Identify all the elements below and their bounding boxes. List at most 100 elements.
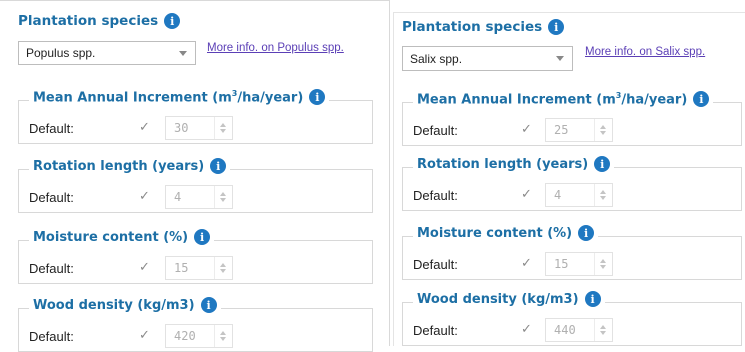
chevron-up-icon: [220, 123, 226, 127]
chevron-up-icon: [220, 331, 226, 335]
chevron-down-icon: [600, 331, 606, 335]
info-icon[interactable]: i: [548, 19, 565, 35]
more-info-link[interactable]: More info. on Salix spp.: [585, 46, 705, 58]
stepper-arrows[interactable]: [594, 319, 612, 341]
param-title-text: Wood density (kg/m3): [417, 291, 579, 307]
chevron-up-icon: [600, 325, 606, 329]
species-heading: Plantation species i: [18, 13, 181, 29]
chevron-down-icon: [220, 337, 226, 341]
param-title-text: Rotation length (years): [417, 156, 589, 172]
chevron-down-icon: [600, 196, 606, 200]
param-rotation-length: Rotation length (years) i Default: ✓ 4: [18, 158, 373, 213]
info-icon[interactable]: i: [578, 225, 595, 241]
param-moisture-content: Moisture content (%) i Default: ✓ 15: [402, 225, 742, 280]
param-wood-density: Wood density (kg/m3) i Default: ✓ 420: [18, 297, 373, 352]
stepper-arrows[interactable]: [594, 119, 612, 141]
default-label: Default:: [29, 329, 74, 344]
stepper-arrows[interactable]: [594, 184, 612, 206]
species-select-value: Populus spp.: [26, 46, 96, 60]
info-icon[interactable]: i: [200, 297, 217, 313]
param-mean-annual-increment: Mean Annual Increment (m3/ha/year) i Def…: [18, 89, 373, 144]
param-title: Rotation length (years) i: [29, 158, 231, 174]
param-mean-annual-increment: Mean Annual Increment (m3/ha/year) i Def…: [402, 91, 742, 146]
info-icon[interactable]: i: [584, 291, 601, 307]
param-title-text: Moisture content (%): [33, 229, 189, 245]
info-icon[interactable]: i: [194, 229, 211, 245]
default-checkbox[interactable]: ✓: [139, 329, 152, 342]
value-field: 440: [554, 323, 576, 337]
param-title-pre: Mean Annual Increment (m: [417, 92, 616, 108]
stepper-arrows[interactable]: [594, 253, 612, 275]
stepper-arrows[interactable]: [214, 257, 232, 279]
chevron-down-icon: [556, 56, 564, 61]
chevron-down-icon: [179, 51, 187, 56]
default-label: Default:: [413, 188, 458, 203]
species-select-value: Salix spp.: [410, 51, 463, 66]
chevron-up-icon: [600, 125, 606, 129]
param-rotation-length: Rotation length (years) i Default: ✓ 4: [402, 156, 742, 211]
value-field: 4: [174, 190, 182, 204]
value-stepper[interactable]: 4: [545, 183, 613, 207]
value-field: 30: [174, 121, 189, 135]
species-select[interactable]: Populus spp.: [18, 41, 196, 65]
default-label: Default:: [29, 121, 74, 136]
species-heading: Plantation species i: [402, 19, 565, 35]
param-moisture-content: Moisture content (%) i Default: ✓ 15: [18, 229, 373, 284]
param-title-text: Rotation length (years): [33, 158, 205, 174]
param-title-text: Wood density (kg/m3): [33, 297, 195, 313]
more-info-link[interactable]: More info. on Populus spp.: [207, 42, 344, 54]
default-checkbox[interactable]: ✓: [521, 188, 534, 201]
default-checkbox[interactable]: ✓: [139, 121, 152, 134]
param-title: Moisture content (%) i: [413, 225, 599, 241]
value-stepper[interactable]: 25: [545, 118, 613, 142]
species-label: Plantation species: [402, 19, 543, 35]
value-stepper[interactable]: 440: [545, 318, 613, 342]
param-title-post: /ha/year): [237, 90, 304, 106]
species-select[interactable]: Salix spp.: [402, 46, 573, 71]
stepper-arrows[interactable]: [214, 117, 232, 139]
default-checkbox[interactable]: ✓: [139, 190, 152, 203]
value-field: 4: [554, 188, 562, 202]
default-checkbox[interactable]: ✓: [521, 123, 534, 136]
default-checkbox[interactable]: ✓: [521, 257, 534, 270]
value-field: 25: [554, 123, 569, 137]
chevron-down-icon: [220, 198, 226, 202]
chevron-down-icon: [220, 269, 226, 273]
chevron-down-icon: [600, 265, 606, 269]
default-label: Default:: [413, 257, 458, 272]
param-wood-density: Wood density (kg/m3) i Default: ✓ 440: [402, 291, 742, 346]
param-title: Mean Annual Increment (m3/ha/year) i: [413, 91, 714, 108]
param-title: Wood density (kg/m3) i: [29, 297, 221, 313]
param-title-pre: Mean Annual Increment (m: [33, 90, 232, 106]
value-stepper[interactable]: 15: [165, 256, 233, 280]
value-stepper[interactable]: 420: [165, 324, 233, 348]
default-checkbox[interactable]: ✓: [139, 261, 152, 274]
value-stepper[interactable]: 30: [165, 116, 233, 140]
value-stepper[interactable]: 15: [545, 252, 613, 276]
value-field: 15: [554, 257, 569, 271]
param-title: Mean Annual Increment (m3/ha/year) i: [29, 89, 330, 106]
param-title: Wood density (kg/m3) i: [413, 291, 605, 307]
param-title: Rotation length (years) i: [413, 156, 615, 172]
stepper-arrows[interactable]: [214, 325, 232, 347]
value-field: 420: [174, 329, 196, 343]
chevron-up-icon: [600, 190, 606, 194]
info-icon[interactable]: i: [309, 89, 326, 106]
info-icon[interactable]: i: [210, 158, 227, 174]
default-label: Default:: [413, 323, 458, 338]
default-checkbox[interactable]: ✓: [521, 323, 534, 336]
chevron-up-icon: [220, 192, 226, 196]
species-label: Plantation species: [18, 13, 159, 29]
chevron-down-icon: [600, 131, 606, 135]
value-field: 15: [174, 261, 189, 275]
info-icon[interactable]: i: [164, 13, 181, 29]
default-label: Default:: [29, 190, 74, 205]
info-icon[interactable]: i: [594, 156, 611, 172]
species-panel-salix: Plantation species i Salix spp. More inf…: [393, 12, 745, 346]
chevron-down-icon: [220, 129, 226, 133]
value-stepper[interactable]: 4: [165, 185, 233, 209]
stepper-arrows[interactable]: [214, 186, 232, 208]
info-icon[interactable]: i: [693, 91, 710, 108]
species-panel-populus: Plantation species i Populus spp. More i…: [0, 0, 390, 352]
param-title: Moisture content (%) i: [29, 229, 215, 245]
